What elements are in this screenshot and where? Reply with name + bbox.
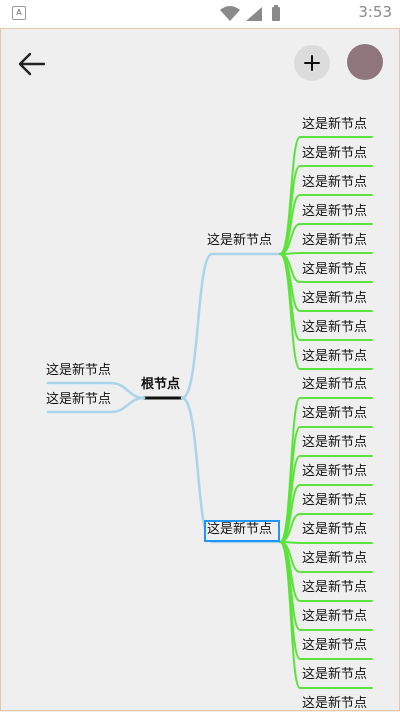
leaf-node[interactable]: 这是新节点 xyxy=(302,580,367,596)
branch-node-2[interactable]: 这是新节点 xyxy=(207,522,272,538)
leaf-node[interactable]: 这是新节点 xyxy=(302,551,367,567)
leaf-node[interactable]: 这是新节点 xyxy=(302,117,367,133)
left-node-2[interactable]: 这是新节点 xyxy=(46,392,111,408)
leaf-node[interactable]: 这是新节点 xyxy=(302,406,367,422)
leaf-node[interactable]: 这是新节点 xyxy=(302,175,367,191)
leaf-node[interactable]: 这是新节点 xyxy=(302,638,367,654)
left-node-1[interactable]: 这是新节点 xyxy=(46,363,111,379)
leaf-node[interactable]: 这是新节点 xyxy=(302,262,367,278)
leaf-node[interactable]: 这是新节点 xyxy=(302,667,367,683)
leaf-node[interactable]: 这是新节点 xyxy=(302,464,367,480)
standalone-node[interactable]: 这是新节点 xyxy=(302,377,367,393)
leaf-node[interactable]: 这是新节点 xyxy=(302,522,367,538)
leaf-branch xyxy=(279,252,373,255)
leaf-node[interactable]: 这是新节点 xyxy=(302,435,367,451)
leaf-node[interactable]: 这是新节点 xyxy=(302,349,367,365)
leaf-node[interactable]: 这是新节点 xyxy=(302,233,367,249)
leaf-node[interactable]: 这是新节点 xyxy=(302,291,367,307)
leaf-branch xyxy=(279,541,373,544)
branch-node-1[interactable]: 这是新节点 xyxy=(207,233,272,249)
right-branch xyxy=(180,252,282,400)
leaf-node[interactable]: 这是新节点 xyxy=(302,320,367,336)
leaf-node[interactable]: 这是新节点 xyxy=(302,204,367,220)
leaf-node[interactable]: 这是新节点 xyxy=(302,609,367,625)
root-node[interactable]: 根节点 xyxy=(141,377,180,393)
leaf-node[interactable]: 这是新节点 xyxy=(302,696,367,712)
leaf-node[interactable]: 这是新节点 xyxy=(302,146,367,162)
leaf-node[interactable]: 这是新节点 xyxy=(302,493,367,509)
